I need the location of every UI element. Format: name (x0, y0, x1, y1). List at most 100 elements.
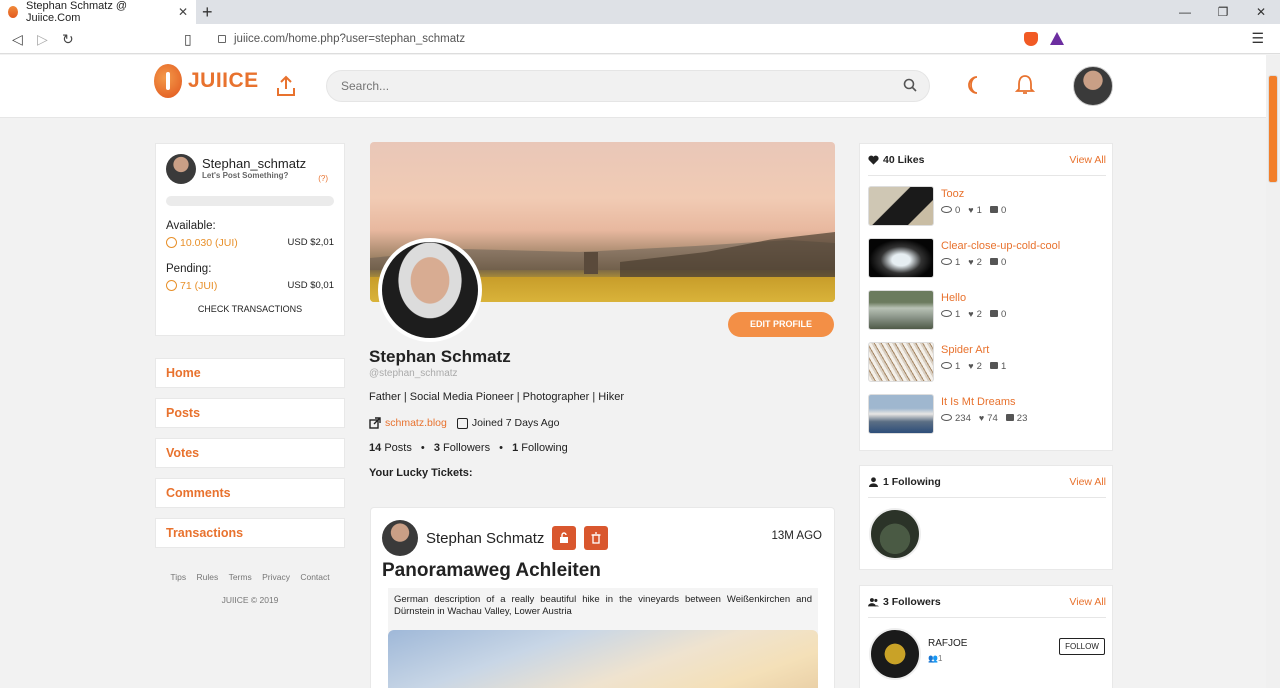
following-view-all-link[interactable]: View All (1069, 476, 1106, 488)
joined-text: Joined 7 Days Ago (471, 417, 560, 429)
profile-name: Stephan Schmatz (369, 347, 511, 366)
view-count: 234 (955, 413, 971, 424)
like-thumbnail[interactable] (868, 186, 934, 226)
like-thumbnail[interactable] (868, 238, 934, 278)
avatar[interactable] (382, 520, 418, 556)
eye-icon (941, 206, 952, 213)
browser-menu-icon[interactable]: ☰ (1251, 30, 1264, 47)
footer-link-rules[interactable]: Rules (196, 572, 218, 582)
check-transactions-link[interactable]: CHECK TRANSACTIONS (166, 304, 334, 314)
posts-count[interactable]: 14 (369, 442, 381, 454)
list-item[interactable]: Tooz 0 ♥ 1 0 (868, 186, 1106, 228)
extension-icon[interactable] (1050, 32, 1064, 45)
users-icon (868, 598, 879, 607)
stats-separator: • (499, 442, 503, 454)
menu-item-home[interactable]: Home (155, 358, 345, 388)
browser-tab[interactable]: Stephan Schmatz @ Juiice.Com ✕ (0, 0, 196, 24)
footer-link-privacy[interactable]: Privacy (262, 572, 290, 582)
like-count: 74 (987, 413, 998, 424)
user-icon (868, 477, 879, 487)
following-avatar[interactable] (869, 508, 921, 560)
likes-card: 40 Likes View All Tooz 0 ♥ 1 0 Clear-close-… (859, 143, 1113, 451)
tab-title: Stephan Schmatz @ Juiice.Com (26, 0, 128, 24)
like-title[interactable]: Clear-close-up-cold-cool (941, 240, 1060, 252)
post-prompt[interactable]: Let's Post Something? (202, 171, 306, 180)
reload-icon[interactable]: ↻ (62, 31, 74, 48)
page-scrollbar[interactable] (1266, 55, 1280, 688)
avatar[interactable] (166, 154, 196, 184)
close-window-button[interactable]: ✕ (1242, 0, 1280, 24)
like-title[interactable]: Tooz (941, 188, 1014, 200)
like-count: 2 (976, 309, 982, 320)
upload-icon[interactable] (276, 75, 296, 97)
following-label[interactable]: Following (521, 442, 567, 454)
list-item[interactable]: Spider Art 1 ♥ 2 1 (868, 342, 1106, 384)
edit-profile-button[interactable]: EDIT PROFILE (728, 312, 834, 337)
likes-view-all-link[interactable]: View All (1069, 154, 1106, 166)
avatar[interactable] (1073, 66, 1113, 106)
forward-icon[interactable]: ▷ (37, 31, 48, 48)
like-title[interactable]: Spider Art (941, 344, 1014, 356)
website-link[interactable]: schmatz.blog (385, 417, 447, 429)
follower-avatar[interactable] (869, 628, 921, 680)
footer-link-contact[interactable]: Contact (300, 572, 329, 582)
new-tab-button[interactable]: + (202, 2, 213, 22)
followers-label[interactable]: Followers (443, 442, 490, 454)
juiice-logo[interactable]: JUIICE (154, 64, 259, 98)
like-thumbnail[interactable] (868, 342, 934, 382)
coin-icon (166, 237, 177, 248)
following-card: 1 Following View All (859, 465, 1113, 570)
post-description-text: German description of a really beautiful… (394, 594, 812, 617)
bell-icon[interactable] (1015, 74, 1035, 96)
minimize-button[interactable]: — (1166, 0, 1204, 24)
url-field[interactable]: juiice.com/home.php?user=stephan_schmatz (206, 28, 1076, 50)
comment-count: 23 (1016, 413, 1028, 424)
unlock-icon[interactable] (552, 526, 577, 550)
profile-avatar[interactable] (378, 238, 482, 342)
comment-count: 0 (1000, 309, 1007, 320)
menu-item-transactions[interactable]: Transactions (155, 518, 345, 548)
post-author[interactable]: Stephan Schmatz (426, 530, 544, 547)
brave-shield-icon[interactable] (1024, 32, 1038, 46)
trash-icon[interactable] (584, 526, 609, 550)
footer-links: Tips Rules Terms Privacy Contact (155, 572, 345, 582)
follow-button[interactable]: FOLLOW (1059, 638, 1105, 655)
pending-jui: 71 (JUI) (180, 280, 218, 292)
posts-label[interactable]: Posts (384, 442, 412, 454)
post-image[interactable] (388, 630, 818, 688)
wallet-username[interactable]: Stephan_schmatz (202, 156, 306, 171)
followers-count[interactable]: 3 (434, 442, 440, 454)
back-icon[interactable]: ◁ (12, 31, 23, 48)
list-item[interactable]: It Is Mt Dreams 234 ♥ 74 23 (868, 394, 1106, 436)
like-title[interactable]: Hello (941, 292, 1014, 304)
menu-item-posts[interactable]: Posts (155, 398, 345, 428)
post-card: Stephan Schmatz 13M AGO Panoramaweg Achl… (370, 507, 835, 688)
list-item[interactable]: Hello 1 ♥ 2 0 (868, 290, 1106, 332)
list-item[interactable]: Clear-close-up-cold-cool 1 ♥ 2 0 (868, 238, 1106, 280)
post-title[interactable]: Panoramaweg Achleiten (382, 560, 601, 582)
calendar-icon (456, 417, 468, 429)
menu-item-votes[interactable]: Votes (155, 438, 345, 468)
copyright: JUIICE © 2019 (221, 595, 279, 605)
like-thumbnail[interactable] (868, 290, 934, 330)
follower-name[interactable]: RAFJOE (928, 638, 967, 649)
search-input[interactable] (341, 71, 881, 101)
scrollbar-thumb[interactable] (1268, 75, 1278, 183)
bookmark-icon[interactable]: ▯ (184, 31, 192, 48)
comment-count: 0 (1000, 205, 1007, 216)
pending-label: Pending: (166, 263, 212, 275)
restore-button[interactable]: ❐ (1204, 0, 1242, 24)
followers-view-all-link[interactable]: View All (1069, 596, 1106, 608)
footer-link-terms[interactable]: Terms (229, 572, 252, 582)
available-usd: USD $2,01 (287, 237, 334, 248)
menu-item-comments[interactable]: Comments (155, 478, 345, 508)
following-count[interactable]: 1 (512, 442, 518, 454)
search-icon[interactable] (903, 78, 917, 92)
help-link[interactable]: (?) (318, 174, 328, 183)
footer-link-tips[interactable]: Tips (170, 572, 186, 582)
like-thumbnail[interactable] (868, 394, 934, 434)
like-title[interactable]: It Is Mt Dreams (941, 396, 1035, 408)
wallet-card: Stephan_schmatz Let's Post Something? (?… (155, 143, 345, 336)
close-tab-icon[interactable]: ✕ (178, 5, 188, 19)
moon-icon[interactable] (964, 75, 984, 95)
